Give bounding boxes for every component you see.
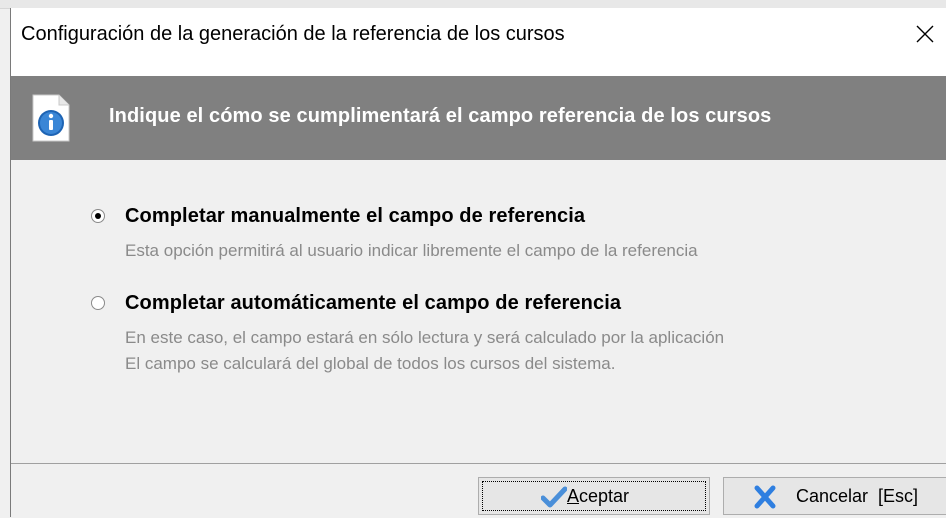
option-automatic-description: En este caso, el campo estará en sólo le… bbox=[125, 325, 724, 377]
radio-automatic[interactable] bbox=[91, 296, 105, 310]
accept-label-rest: ceptar bbox=[579, 485, 630, 506]
cancel-button-label: Cancelar [Esc] bbox=[796, 485, 919, 506]
option-manual-description: Esta opción permitirá al usuario indicar… bbox=[125, 238, 698, 264]
cancel-button[interactable]: Cancelar [Esc] bbox=[723, 477, 946, 515]
banner-message: Indique el cómo se cumplimentará el camp… bbox=[109, 105, 772, 127]
window-title: Configuración de la generación de la ref… bbox=[21, 23, 565, 45]
option-manual-description-line: Esta opción permitirá al usuario indicar… bbox=[125, 241, 698, 260]
option-manual-label[interactable]: Completar manualmente el campo de refere… bbox=[125, 205, 585, 228]
accept-button[interactable]: Aceptar bbox=[478, 477, 710, 515]
checkmark-icon bbox=[541, 486, 567, 508]
info-banner: Indique el cómo se cumplimentará el camp… bbox=[11, 76, 946, 160]
option-automatic-description-line-1: En este caso, el campo estará en sólo le… bbox=[125, 328, 725, 347]
close-icon bbox=[916, 25, 934, 43]
options-panel: Completar manualmente el campo de refere… bbox=[11, 160, 946, 463]
close-button[interactable] bbox=[903, 12, 946, 56]
button-bar: Aceptar Cancelar [Esc] bbox=[11, 463, 946, 518]
option-automatic-description-line-2: El campo se calculará del global de todo… bbox=[125, 354, 616, 373]
title-bar: Configuración de la generación de la ref… bbox=[11, 8, 946, 60]
cross-icon bbox=[754, 485, 776, 509]
radio-selected-dot bbox=[95, 213, 101, 219]
option-automatic-label[interactable]: Completar automáticamente el campo de re… bbox=[125, 292, 621, 315]
accept-mnemonic: A bbox=[567, 485, 580, 506]
radio-manual[interactable] bbox=[91, 209, 105, 223]
reference-config-dialog: Configuración de la generación de la ref… bbox=[10, 8, 946, 518]
info-icon bbox=[32, 94, 70, 142]
accept-button-label: Aceptar bbox=[567, 486, 629, 507]
